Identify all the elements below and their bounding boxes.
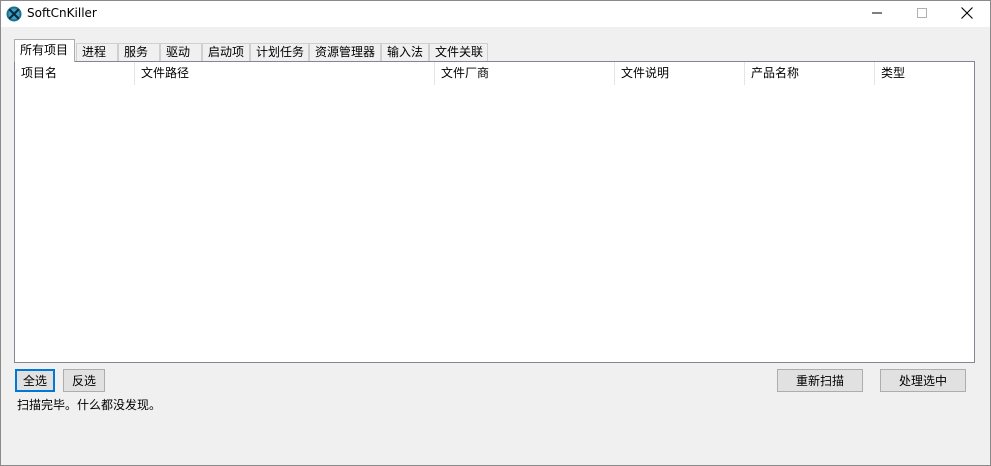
minimize-button[interactable] <box>854 1 900 27</box>
title-bar[interactable]: SoftCnKiller <box>1 1 990 27</box>
list-header: 项目名 文件路径 文件厂商 文件说明 产品名称 类型 <box>15 62 974 85</box>
invert-selection-button[interactable]: 反选 <box>63 369 105 392</box>
category-tabs: 所有项目 进程 服务 驱动 启动项 计划任务 资源管理器 输入法 文件关联 <box>14 39 494 62</box>
column-header-product-name[interactable]: 产品名称 <box>745 62 875 85</box>
column-header-file-path[interactable]: 文件路径 <box>135 62 435 85</box>
maximize-icon <box>917 7 927 21</box>
status-text: 扫描完毕。什么都没发现。 <box>17 398 162 412</box>
rescan-button[interactable]: 重新扫描 <box>777 369 863 392</box>
column-header-type[interactable]: 类型 <box>875 62 974 85</box>
tab-processes[interactable]: 进程 <box>76 43 118 61</box>
results-list[interactable]: 项目名 文件路径 文件厂商 文件说明 产品名称 类型 <box>14 61 975 363</box>
column-header-file-description[interactable]: 文件说明 <box>615 62 745 85</box>
select-all-button[interactable]: 全选 <box>15 369 55 392</box>
tab-startup[interactable]: 启动项 <box>202 43 250 61</box>
main-window: SoftCnKiller 所有项目 进程 服务 驱动 启动项 计划任务 资源管理… <box>0 0 991 466</box>
tab-scheduled-tasks[interactable]: 计划任务 <box>250 43 309 61</box>
tab-services[interactable]: 服务 <box>118 43 160 61</box>
tab-all-items[interactable]: 所有项目 <box>14 39 75 62</box>
tab-file-associations[interactable]: 文件关联 <box>429 43 488 61</box>
column-header-file-vendor[interactable]: 文件厂商 <box>435 62 615 85</box>
tab-explorer[interactable]: 资源管理器 <box>309 43 381 61</box>
tab-input-methods[interactable]: 输入法 <box>381 43 429 61</box>
window-title: SoftCnKiller <box>27 6 97 20</box>
softcnkiller-app-icon[interactable] <box>6 6 22 22</box>
process-selected-button[interactable]: 处理选中 <box>880 369 966 392</box>
close-icon <box>961 6 973 22</box>
tab-drivers[interactable]: 驱动 <box>160 43 202 61</box>
minimize-icon <box>872 7 882 21</box>
maximize-button[interactable] <box>899 1 945 27</box>
column-header-item-name[interactable]: 项目名 <box>15 62 135 85</box>
close-button[interactable] <box>944 1 990 27</box>
